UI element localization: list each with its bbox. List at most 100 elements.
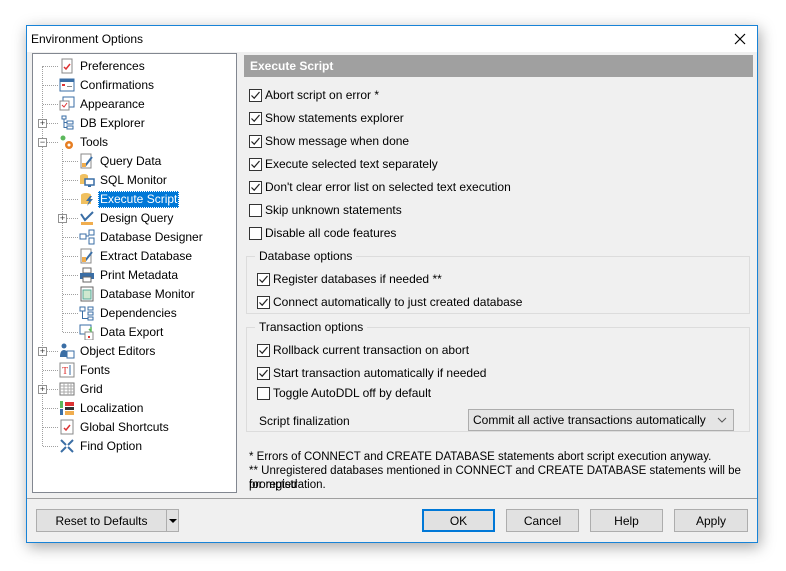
option-checkbox[interactable]: Skip unknown statements: [249, 202, 402, 218]
tree-item[interactable]: Localization: [59, 399, 145, 417]
tree-item-label: Fonts: [80, 362, 111, 377]
checkbox-unchecked[interactable]: [257, 386, 270, 400]
tree-connector: [43, 427, 58, 428]
option-label: Show message when done: [265, 134, 410, 148]
tree-item[interactable]: Grid: [59, 380, 105, 398]
checkbox-unchecked[interactable]: [249, 203, 262, 217]
tree-item[interactable]: Print Metadata: [79, 266, 180, 284]
localization-icon: [59, 400, 75, 416]
tree-item[interactable]: Tools: [59, 133, 110, 151]
checkmark-icon: [251, 137, 260, 145]
collapse-icon[interactable]: −: [38, 138, 47, 147]
option-checkbox[interactable]: Start transaction automatically if neede…: [257, 365, 486, 381]
tree-item-label: Preferences: [80, 58, 145, 73]
checkbox-checked[interactable]: [249, 180, 262, 194]
tree-item[interactable]: Appearance: [59, 95, 147, 113]
extract-database-icon: [79, 248, 95, 264]
tree-item[interactable]: Global Shortcuts: [59, 418, 171, 436]
help-button[interactable]: Help: [590, 509, 663, 532]
tree-item[interactable]: Execute Script: [79, 190, 180, 208]
tree-connector: [43, 104, 58, 105]
tree-item[interactable]: Preferences: [59, 57, 147, 75]
tree-item[interactable]: Find Option: [59, 437, 144, 455]
tree-item[interactable]: Extract Database: [79, 247, 194, 265]
option-checkbox[interactable]: Toggle AutoDDL off by default: [257, 385, 431, 401]
tree-item-label: Database Monitor: [100, 286, 195, 301]
expand-icon[interactable]: +: [38, 347, 47, 356]
checkbox-checked[interactable]: [249, 88, 262, 102]
execute-script-icon: [79, 191, 95, 207]
option-checkbox[interactable]: Disable all code features: [249, 225, 396, 241]
tree-item[interactable]: T Fonts: [59, 361, 112, 379]
tree-item[interactable]: Data Export: [79, 323, 165, 341]
window-title: Environment Options: [31, 32, 144, 46]
tree-item[interactable]: Design Query: [79, 209, 175, 227]
reset-to-defaults-button[interactable]: Reset to Defaults: [36, 509, 167, 532]
apply-label: Apply: [695, 513, 727, 528]
chevron-down-icon: [717, 417, 727, 423]
tree-item-label: DB Explorer: [80, 115, 145, 130]
options-tree[interactable]: Preferences Confirmations Appearance + DB Ex…: [32, 53, 237, 493]
tree-connector: [63, 256, 78, 257]
settings-panel: Execute Script Abort script on error * Sh…: [244, 55, 753, 496]
reset-dropdown-button[interactable]: [166, 509, 179, 532]
apply-button[interactable]: Apply: [674, 509, 748, 532]
checkbox-checked[interactable]: [257, 295, 270, 309]
tree-item-label: Execute Script: [98, 190, 180, 208]
help-label: Help: [614, 513, 639, 528]
checkbox-checked[interactable]: [257, 272, 270, 286]
tree-item-label: Localization: [80, 400, 144, 415]
script-finalization-select[interactable]: Commit all active transactions automatic…: [468, 409, 734, 431]
tree-item-label: Design Query: [100, 210, 174, 225]
tree-item-label: Tools: [80, 134, 109, 149]
ok-button[interactable]: OK: [422, 509, 495, 532]
tree-item-label: Query Data: [100, 153, 162, 168]
tree-item-label: Extract Database: [100, 248, 193, 263]
tree-item[interactable]: Database Monitor: [79, 285, 197, 303]
footnote-1: * Errors of CONNECT and CREATE DATABASE …: [249, 451, 712, 463]
option-label: Execute selected text separately: [265, 157, 438, 171]
option-checkbox[interactable]: Abort script on error *: [249, 87, 379, 103]
option-checkbox[interactable]: Rollback current transaction on abort: [257, 342, 469, 358]
tree-connector: [63, 237, 78, 238]
option-label: Toggle AutoDDL off by default: [273, 386, 432, 400]
option-checkbox[interactable]: Connect automatically to just created da…: [257, 294, 522, 310]
tree-item-label: Print Metadata: [100, 267, 179, 282]
tree-item-label: Grid: [80, 381, 103, 396]
tree-item[interactable]: Confirmations: [59, 76, 156, 94]
checkbox-checked[interactable]: [257, 366, 270, 380]
group-title: Transaction options: [255, 320, 368, 334]
checkbox-checked[interactable]: [249, 134, 262, 148]
tree-item-label: Data Export: [100, 324, 164, 339]
object-editors-icon: [59, 343, 75, 359]
option-checkbox[interactable]: Don't clear error list on selected text …: [249, 179, 511, 195]
cancel-button[interactable]: Cancel: [506, 509, 579, 532]
dependencies-icon: [79, 305, 95, 321]
expand-icon[interactable]: +: [58, 214, 67, 223]
option-checkbox[interactable]: Execute selected text separately: [249, 156, 438, 172]
checkbox-checked[interactable]: [257, 343, 270, 357]
close-icon: [734, 33, 746, 45]
expand-icon[interactable]: +: [38, 119, 47, 128]
option-checkbox[interactable]: Show statements explorer: [249, 110, 404, 126]
checkbox-checked[interactable]: [249, 111, 262, 125]
option-checkbox[interactable]: Register databases if needed **: [257, 271, 442, 287]
tree-item[interactable]: Database Designer: [79, 228, 205, 246]
design-query-icon: [79, 210, 95, 226]
option-checkbox[interactable]: Show message when done: [249, 133, 409, 149]
checkbox-unchecked[interactable]: [249, 226, 262, 240]
reset-label: Reset to Defaults: [55, 513, 148, 528]
tree-item[interactable]: DB Explorer: [59, 114, 147, 132]
find-option-icon: [59, 438, 75, 454]
expand-icon[interactable]: +: [38, 385, 47, 394]
tree-item[interactable]: Dependencies: [79, 304, 179, 322]
tree-item[interactable]: Object Editors: [59, 342, 157, 360]
close-button[interactable]: [723, 26, 757, 52]
tree-item[interactable]: Query Data: [79, 152, 163, 170]
tree-item-label: SQL Monitor: [100, 172, 167, 187]
ok-label: OK: [449, 513, 468, 528]
checkbox-checked[interactable]: [249, 157, 262, 171]
db-explorer-icon: [59, 115, 75, 131]
tree-item[interactable]: SQL Monitor: [79, 171, 169, 189]
option-label: Skip unknown statements: [265, 203, 402, 217]
